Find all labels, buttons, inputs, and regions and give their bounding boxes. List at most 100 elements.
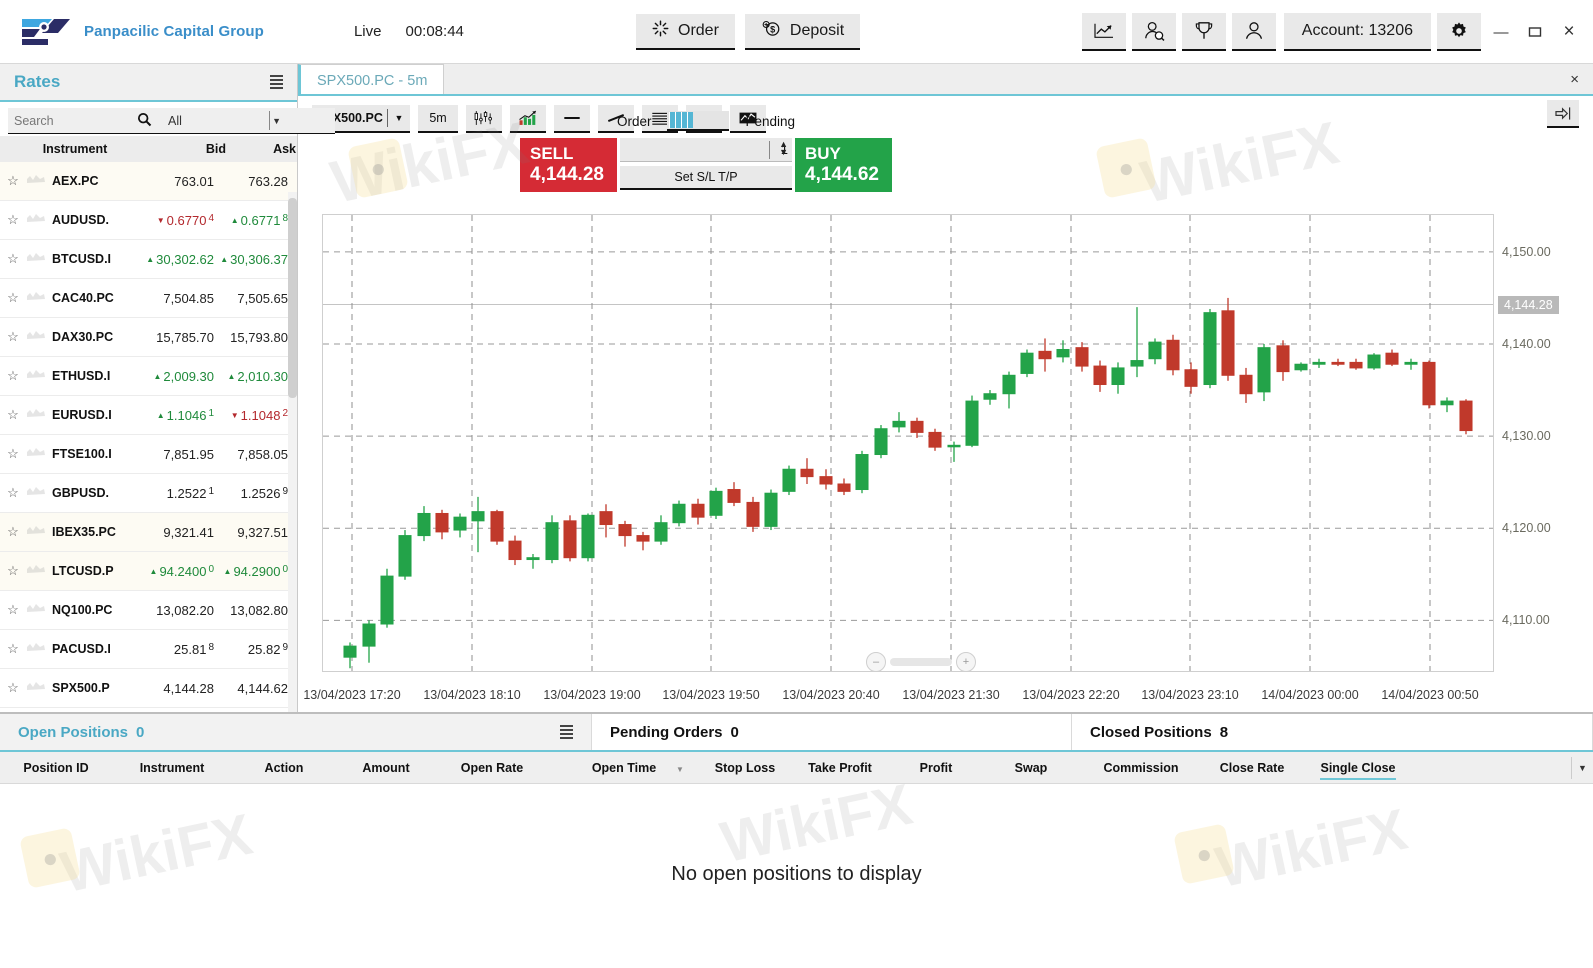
price-value: 2,009.30 (163, 369, 214, 384)
rate-row[interactable]: ☆GBPUSD.1.252211.25269 (0, 474, 297, 513)
rate-row[interactable]: ☆IBEX35.PC9,321.419,327.51 (0, 513, 297, 552)
rate-row[interactable]: ☆AUDUSD.▼0.67704▲0.67718 (0, 201, 297, 240)
rate-row[interactable]: ☆BTCUSD.I▲30,302.62▲30,306.37 (0, 240, 297, 279)
column-header-amount[interactable]: Amount (336, 761, 436, 775)
rate-row[interactable]: ☆AEX.PC763.01763.28 (0, 162, 297, 201)
amount-stepper[interactable]: 1 ▲▼ (620, 138, 792, 162)
price-value: 4,144.62 (237, 681, 288, 696)
rate-row[interactable]: ☆ETHUSD.I▲2,009.30▲2,010.30 (0, 357, 297, 396)
instrument-filter-select[interactable] (162, 108, 335, 134)
tab-open-positions-count: 0 (136, 724, 144, 741)
list-grip-icon[interactable] (270, 75, 283, 89)
column-header-instrument[interactable]: Instrument (112, 761, 232, 775)
list-grip-icon[interactable] (560, 725, 573, 739)
chart-line-icon[interactable] (1082, 13, 1126, 51)
user-search-icon[interactable] (1132, 13, 1176, 51)
column-header-stop-loss[interactable]: Stop Loss▼ (700, 761, 790, 775)
rate-row[interactable]: ☆LTCUSD.P▲94.24000▲94.29000 (0, 552, 297, 591)
rate-row[interactable]: ☆CAC40.PC7,504.857,505.65 (0, 279, 297, 318)
bid-price: 13,082.20 (142, 603, 218, 618)
buy-button[interactable]: BUY 4,144.62 (795, 138, 892, 192)
instrument-flag-icon (26, 368, 52, 384)
maximize-button[interactable] (1521, 17, 1549, 47)
minimize-button[interactable]: — (1487, 17, 1515, 47)
candle-body (875, 429, 887, 455)
column-header-open-rate[interactable]: Open Rate (436, 761, 548, 775)
rate-row[interactable]: ☆SPX500.P4,144.284,144.62 (0, 669, 297, 708)
set-sl-tp-button[interactable]: Set S/L T/P (620, 166, 792, 190)
favorite-star-icon[interactable]: ☆ (0, 368, 26, 384)
tab-pending-orders[interactable]: Pending Orders 0 (592, 714, 1072, 750)
search-input[interactable] (8, 108, 181, 134)
close-button[interactable]: × (1555, 17, 1583, 47)
positions-tabs: Open Positions 0 Pending Orders 0 Closed… (0, 714, 1593, 752)
column-header-position-id[interactable]: Position ID (0, 761, 112, 775)
column-header-single-close[interactable]: Single Close (1302, 761, 1414, 775)
candle-body (1405, 362, 1417, 364)
candlestick-chart-icon[interactable] (466, 105, 502, 133)
user-icon[interactable] (1232, 13, 1276, 51)
tab-open-positions[interactable]: Open Positions 0 (0, 714, 592, 750)
gear-icon[interactable] (1437, 13, 1481, 51)
column-header-swap[interactable]: Swap (982, 761, 1080, 775)
instrument-symbol: AUDUSD. (52, 213, 142, 227)
scroll-thumb[interactable] (288, 198, 297, 398)
column-header-commission[interactable]: Commission (1080, 761, 1202, 775)
order-button[interactable]: Order (636, 14, 735, 50)
candle-body (436, 513, 448, 531)
trading-platform: Panpacilic Capital Group Live 00:08:44 (0, 0, 1593, 968)
rates-scrollbar[interactable] (288, 192, 297, 712)
positions-column-headers: Position IDInstrumentActionAmountOpen Ra… (0, 752, 1593, 784)
order-mode-toggle[interactable] (667, 111, 729, 131)
tab-closed-positions-count: 8 (1220, 724, 1228, 741)
instrument-flag-icon (26, 212, 52, 228)
deposit-button[interactable]: $ Deposit (745, 14, 860, 50)
time-axis-tick: 13/04/2023 19:50 (662, 688, 759, 702)
favorite-star-icon[interactable]: ☆ (0, 485, 26, 501)
order-mode-label: Order (617, 114, 652, 129)
chart-tab-spx500[interactable]: SPX500.PC - 5m (298, 64, 444, 96)
column-options-chevron-icon[interactable]: ▼ (1571, 757, 1593, 779)
column-header-take-profit[interactable]: Take Profit (790, 761, 890, 775)
favorite-star-icon[interactable]: ☆ (0, 680, 26, 696)
favorite-star-icon[interactable]: ☆ (0, 212, 26, 228)
favorite-star-icon[interactable]: ☆ (0, 446, 26, 462)
sell-button[interactable]: SELL 4,144.28 (520, 138, 617, 192)
favorite-star-icon[interactable]: ☆ (0, 173, 26, 189)
amount-spinner[interactable]: ▲▼ (779, 140, 788, 156)
price-value: 30,302.62 (156, 252, 214, 267)
rate-row[interactable]: ☆FTSE100.I7,851.957,858.05 (0, 435, 297, 474)
column-header-action[interactable]: Action (232, 761, 336, 775)
favorite-star-icon[interactable]: ☆ (0, 602, 26, 618)
price-chart[interactable] (322, 214, 1494, 672)
favorite-star-icon[interactable]: ☆ (0, 290, 26, 306)
favorite-star-icon[interactable]: ☆ (0, 563, 26, 579)
account-button[interactable]: Account: 13206 (1284, 13, 1431, 51)
zoom-in-button[interactable]: + (956, 652, 976, 672)
instrument-flag-icon (26, 251, 52, 267)
rate-row[interactable]: ☆EURUSD.I▲1.10461▼1.10482 (0, 396, 297, 435)
expand-right-icon[interactable] (1547, 100, 1579, 128)
order-button-label: Order (678, 22, 719, 40)
rate-row[interactable]: ☆NQ100.PC13,082.2013,082.80 (0, 591, 297, 630)
chart-tab-close-icon[interactable]: × (1570, 71, 1579, 88)
favorite-star-icon[interactable]: ☆ (0, 524, 26, 540)
column-header-profit[interactable]: Profit (890, 761, 982, 775)
sort-caret-icon[interactable]: ▼ (676, 765, 684, 774)
price-axis-tick: 4,110.00 (1502, 613, 1550, 627)
candle-body (1185, 370, 1197, 387)
favorite-star-icon[interactable]: ☆ (0, 407, 26, 423)
favorite-star-icon[interactable]: ☆ (0, 329, 26, 345)
trophy-icon[interactable] (1182, 13, 1226, 51)
zoom-slider[interactable] (890, 658, 952, 666)
favorite-star-icon[interactable]: ☆ (0, 641, 26, 657)
chevron-down-icon[interactable]: ▼ (388, 113, 410, 123)
zoom-out-button[interactable]: – (866, 652, 886, 672)
price-value: 763.01 (174, 174, 214, 189)
column-header-close-rate[interactable]: Close Rate (1202, 761, 1302, 775)
rate-row[interactable]: ☆PACUSD.I25.81825.829 (0, 630, 297, 669)
timeframe-selector[interactable]: 5m (418, 105, 458, 133)
favorite-star-icon[interactable]: ☆ (0, 251, 26, 267)
rate-row[interactable]: ☆DAX30.PC15,785.7015,793.80 (0, 318, 297, 357)
tab-closed-positions[interactable]: Closed Positions 8 (1072, 714, 1593, 750)
